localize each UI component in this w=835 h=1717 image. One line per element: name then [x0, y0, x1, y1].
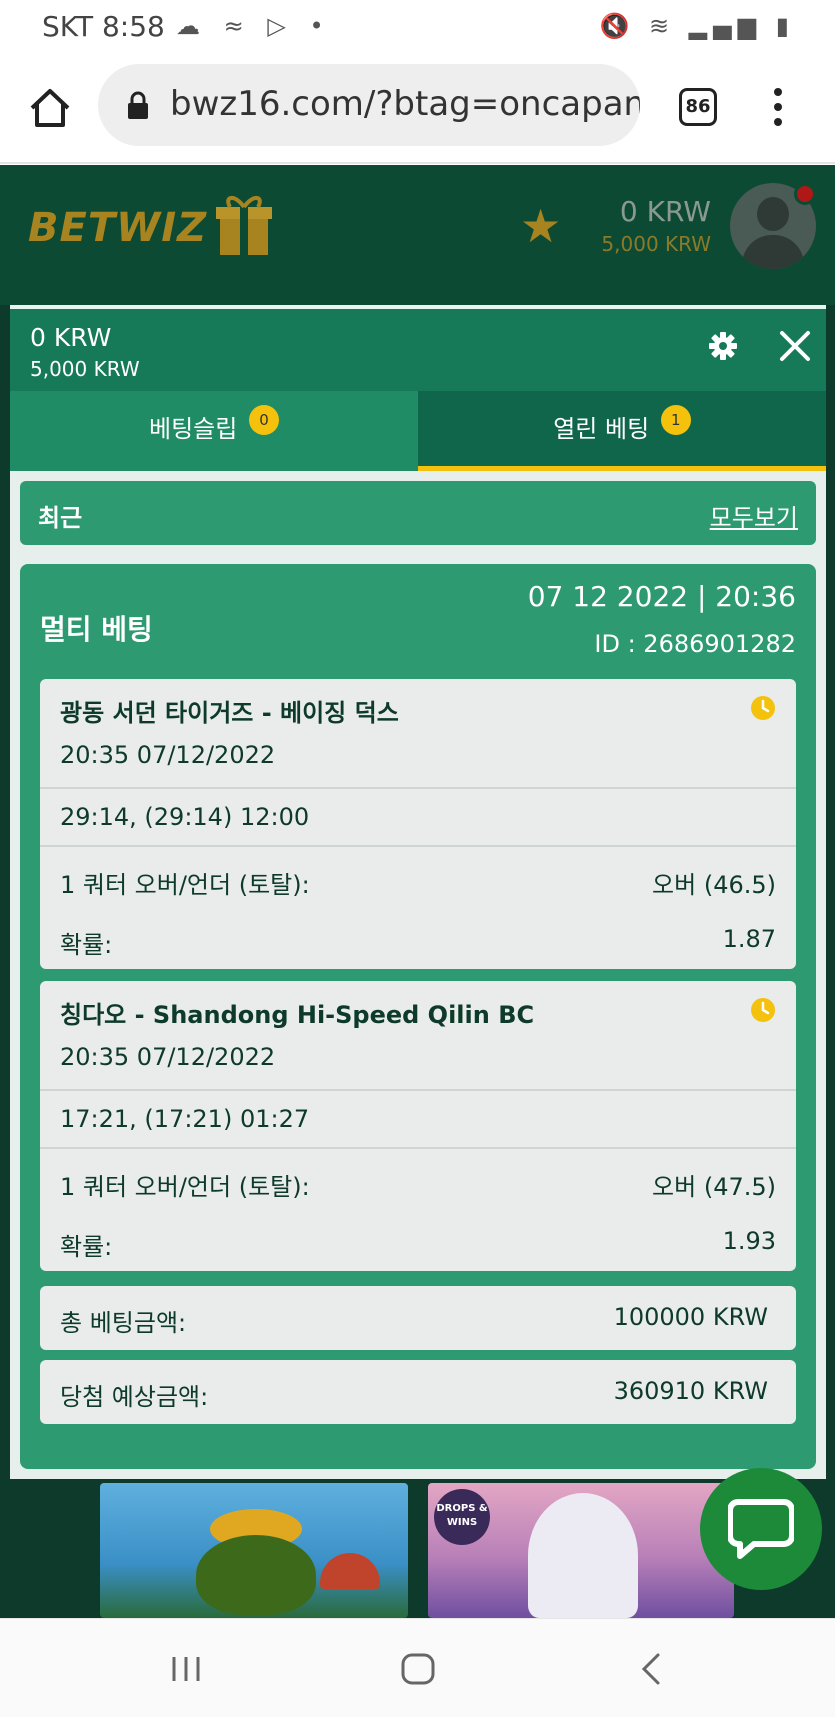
- leg-odds-value: 1.87: [722, 925, 776, 953]
- total-stake-row: 총 베팅금액: 100000 KRW: [40, 1286, 796, 1350]
- tab-switcher-button[interactable]: 86: [679, 88, 717, 126]
- view-all-link[interactable]: 모두보기: [710, 498, 798, 533]
- status-bar: SKT 8:58 ☁ ≈ ▷ • 🔇 ≋ ▂▄▆ ▮: [0, 0, 835, 52]
- betwiz-logo[interactable]: BETWIZ: [28, 205, 207, 251]
- favorites-star-icon[interactable]: ★: [520, 199, 561, 253]
- pot-art: [196, 1535, 316, 1615]
- url-text: bwz16.com/?btag=oncapan&: [170, 84, 640, 124]
- header-balance[interactable]: 0 KRW 5,000 KRW: [601, 195, 711, 256]
- total-stake-label: 총 베팅금액:: [60, 1309, 187, 1337]
- bet-leg: 광동 서던 타이거즈 - 베이징 덕스 20:35 07/12/2022 29:…: [40, 679, 796, 969]
- home-icon[interactable]: [26, 84, 74, 132]
- site-header: BETWIZ ★ 0 KRW 5,000 KRW: [0, 165, 835, 305]
- game-tile-zeus[interactable]: DROPS & WINS: [428, 1483, 734, 1618]
- leg-market: 1 쿼터 오버/언더 (토탈):: [60, 1173, 310, 1201]
- bet-datetime: 07 12 2022 | 20:36: [527, 580, 796, 613]
- address-bar[interactable]: bwz16.com/?btag=oncapan&: [98, 64, 640, 146]
- leg-odds-label: 확률:: [60, 931, 113, 959]
- clock-icon: [751, 998, 775, 1022]
- chat-bubble-icon: [728, 1499, 794, 1559]
- gear-icon[interactable]: [708, 331, 738, 361]
- system-nav-bar: [0, 1618, 835, 1717]
- gift-icon[interactable]: [216, 191, 272, 257]
- potential-win-value: 360910 KRW: [613, 1377, 768, 1405]
- potential-win-row: 당첨 예상금액: 360910 KRW: [40, 1360, 796, 1424]
- carrier-time: SKT 8:58: [42, 10, 165, 43]
- leg-selection: 오버 (47.5): [652, 1173, 776, 1201]
- tab-open-bets-count-badge: 1: [660, 405, 691, 435]
- open-bets-content: 최근 모두보기 멀티 베팅 07 12 2022 | 20:36 ID : 26…: [10, 471, 826, 1479]
- lock-icon: [128, 91, 148, 119]
- browser-toolbar: bwz16.com/?btag=oncapan& 86: [0, 52, 835, 164]
- header-bonus-amount: 5,000 KRW: [601, 232, 711, 256]
- potential-win-label: 당첨 예상금액:: [60, 1383, 209, 1411]
- tab-betslip[interactable]: 베팅슬립 0: [10, 391, 418, 471]
- header-balance-amount: 0 KRW: [619, 195, 711, 228]
- notification-icons: ☁ ≈ ▷ •: [176, 12, 332, 40]
- bet-type-title: 멀티 베팅: [40, 613, 153, 646]
- recent-apps-icon[interactable]: [166, 1649, 206, 1689]
- betslip-header: 0 KRW 5,000 KRW: [10, 309, 826, 391]
- leg-selection: 오버 (46.5): [652, 871, 776, 899]
- close-icon[interactable]: [778, 329, 812, 363]
- game-tile-pot-of-gold[interactable]: [100, 1483, 408, 1618]
- leg-match-name: 광동 서던 타이거즈 - 베이징 덕스: [60, 699, 399, 727]
- leg-match-name: 칭다오 - Shandong Hi-Speed Qilin BC: [60, 1001, 535, 1029]
- tab-open-bets[interactable]: 열린 베팅 1: [418, 391, 826, 471]
- back-icon[interactable]: [632, 1649, 672, 1689]
- multi-bet-card: 멀티 베팅 07 12 2022 | 20:36 ID : 2686901282…: [20, 564, 816, 1469]
- leg-odds-value: 1.93: [722, 1227, 776, 1255]
- tab-betslip-count-badge: 0: [248, 405, 279, 435]
- drops-wins-badge: DROPS & WINS: [434, 1489, 490, 1545]
- divider: [40, 787, 796, 789]
- betslip-balance: 0 KRW: [30, 323, 112, 352]
- recent-bar: 최근 모두보기: [20, 481, 816, 545]
- tab-open-bets-label: 열린 베팅: [553, 415, 650, 443]
- leg-start-time: 20:35 07/12/2022: [60, 1043, 276, 1071]
- total-stake-value: 100000 KRW: [613, 1303, 768, 1331]
- system-status-icons: 🔇 ≋ ▂▄▆ ▮: [599, 12, 795, 40]
- notification-dot: [794, 183, 816, 205]
- bet-id: ID : 2686901282: [594, 630, 796, 658]
- clock-icon: [751, 696, 775, 720]
- betslip-bonus: 5,000 KRW: [30, 357, 140, 381]
- leg-live-score: 17:21, (17:21) 01:27: [60, 1105, 310, 1133]
- tab-betslip-label: 베팅슬립: [149, 415, 238, 443]
- leg-live-score: 29:14, (29:14) 12:00: [60, 803, 310, 831]
- home-nav-icon[interactable]: [398, 1649, 438, 1689]
- divider: [40, 1147, 796, 1149]
- zeus-art: [528, 1493, 638, 1618]
- bet-leg: 칭다오 - Shandong Hi-Speed Qilin BC 20:35 0…: [40, 981, 796, 1271]
- leg-market: 1 쿼터 오버/언더 (토탈):: [60, 871, 310, 899]
- mushroom-art: [320, 1553, 380, 1589]
- divider: [40, 1089, 796, 1091]
- leg-odds-label: 확률:: [60, 1233, 113, 1261]
- recent-label: 최근: [38, 504, 83, 532]
- betslip-panel: 0 KRW 5,000 KRW 베팅슬립 0 열린 베팅 1 최근 모두보기 멀…: [10, 305, 826, 1479]
- divider: [40, 845, 796, 847]
- avatar-head: [757, 197, 789, 231]
- betslip-tabs: 베팅슬립 0 열린 베팅 1: [10, 391, 826, 471]
- leg-start-time: 20:35 07/12/2022: [60, 741, 276, 769]
- more-menu-icon[interactable]: [770, 88, 786, 128]
- avatar-body: [742, 235, 804, 269]
- live-chat-button[interactable]: [700, 1468, 822, 1590]
